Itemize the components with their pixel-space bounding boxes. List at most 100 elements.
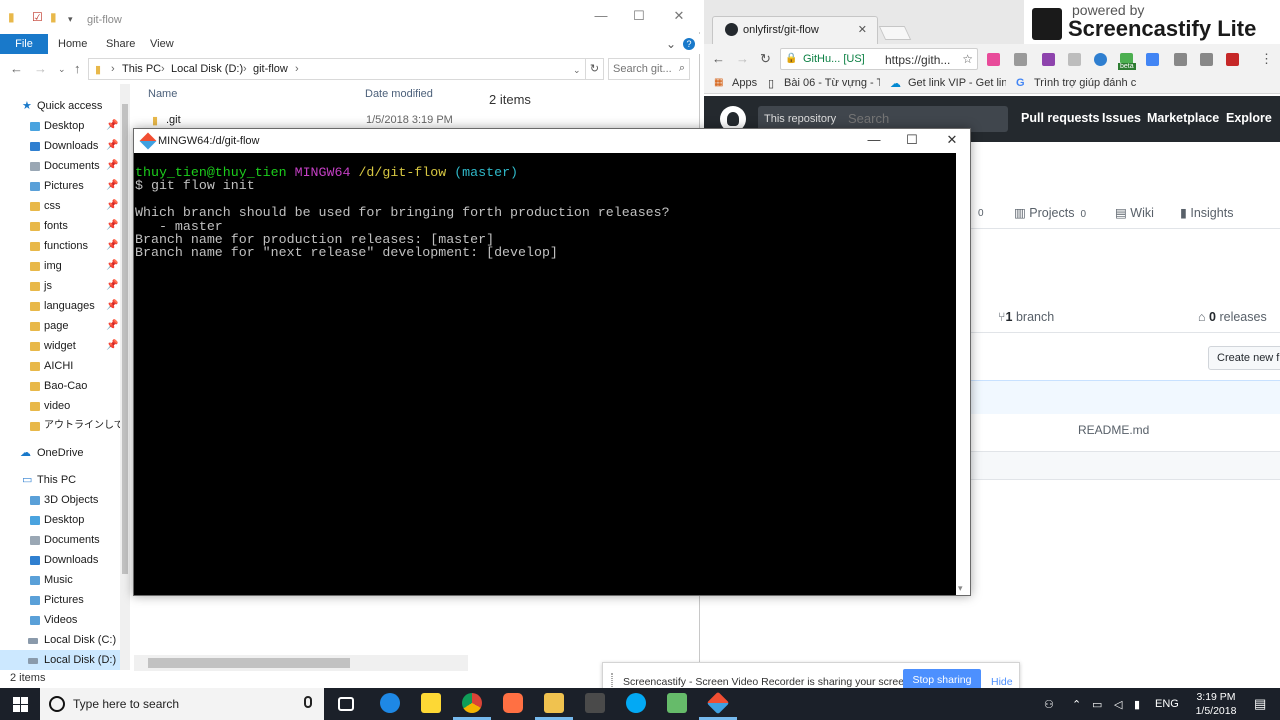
nav-local-disk-d[interactable]: Local Disk (D:) <box>0 650 130 670</box>
sticky-notes-icon[interactable] <box>421 693 441 713</box>
hide-link[interactable]: Hide <box>991 676 1013 688</box>
nav-pictures[interactable]: Pictures <box>0 590 130 610</box>
network-icon[interactable]: ▭ <box>1092 698 1102 711</box>
forward-icon[interactable]: → <box>34 61 47 76</box>
close-icon[interactable]: ✕ <box>664 8 694 24</box>
show-hidden-icons[interactable]: ⌃ <box>1072 698 1081 711</box>
taskbar-search[interactable]: Type here to search <box>40 688 324 720</box>
bookmark-tro-giup[interactable]: Trình trợ giúp đánh c <box>1034 77 1138 89</box>
nav-explore[interactable]: Explore <box>1226 111 1272 125</box>
forward-icon[interactable]: → <box>736 51 749 66</box>
extension-icon[interactable] <box>1014 53 1027 66</box>
file-explorer-icon[interactable] <box>544 693 564 713</box>
app-icon[interactable] <box>667 693 687 713</box>
bookmark-bai-06[interactable]: Bài 06 - Từ vựng - Tư <box>784 77 880 89</box>
battery-icon[interactable]: ▮ <box>1134 698 1140 711</box>
up-icon[interactable]: ↑ <box>74 61 81 76</box>
volume-icon[interactable]: ◁ <box>1114 698 1122 711</box>
tab-file[interactable]: File <box>0 34 48 54</box>
new-tab-button[interactable] <box>878 26 912 40</box>
microphone-icon[interactable] <box>304 696 312 708</box>
nav-downloads[interactable]: Downloads <box>0 550 130 570</box>
nav-documents-pinned[interactable]: Documents 📌 <box>0 156 130 176</box>
chevron-right-icon[interactable]: › <box>111 63 115 75</box>
github-search-input[interactable] <box>848 106 998 130</box>
people-icon[interactable]: ⚇ <box>1044 698 1054 711</box>
repo-tab-count[interactable]: 0 <box>978 208 984 219</box>
nav-pull-requests[interactable]: Pull requests <box>1021 111 1100 125</box>
nav-onedrive[interactable]: ☁ OneDrive <box>0 443 130 463</box>
file-row-git[interactable]: ▮ .git 1/5/2018 3:19 PM <box>140 112 470 128</box>
omnibox[interactable]: 🔒 GitHu... [US] https://gith... ☆ <box>780 48 978 70</box>
nav-js[interactable]: js 📌 <box>0 276 130 296</box>
extension-icon[interactable] <box>1200 53 1213 66</box>
terminal-output[interactable]: thuy_tien@thuy_tien MINGW64 /d/git-flow … <box>134 153 956 595</box>
chrome-icon[interactable] <box>462 693 482 713</box>
reload-icon[interactable]: ↻ <box>760 51 771 67</box>
tab-projects[interactable]: ▥ Projects 0 <box>1014 205 1086 220</box>
skype-icon[interactable] <box>626 693 646 713</box>
new-folder-icon[interactable]: ▮ <box>50 10 57 24</box>
quick-access-dropdown-icon[interactable]: ▾ <box>68 14 73 25</box>
extension-icon[interactable] <box>1068 53 1081 66</box>
nav-videos[interactable]: Videos <box>0 610 130 630</box>
column-header-date[interactable]: Date modified <box>365 88 433 100</box>
nav-functions[interactable]: functions 📌 <box>0 236 130 256</box>
back-icon[interactable]: ← <box>712 51 725 66</box>
nav-documents[interactable]: Documents <box>0 530 130 550</box>
breadcrumb-git-flow[interactable]: git-flow <box>253 63 288 75</box>
nav-video[interactable]: video <box>0 396 130 416</box>
url-text[interactable]: https://gith... <box>885 53 950 67</box>
horizontal-scrollbar[interactable] <box>134 655 468 671</box>
edge-icon[interactable] <box>380 693 400 713</box>
search-input[interactable] <box>613 60 675 78</box>
nav-fonts[interactable]: fonts 📌 <box>0 216 130 236</box>
nav-css[interactable]: css 📌 <box>0 196 130 216</box>
nav-music[interactable]: Music <box>0 570 130 590</box>
create-new-file-button[interactable]: Create new file <box>1208 346 1280 370</box>
minimize-icon[interactable]: — <box>854 132 894 147</box>
nav-downloads-pinned[interactable]: Downloads 📌 <box>0 136 130 156</box>
recent-locations-icon[interactable]: ⌄ <box>58 64 66 75</box>
nav-img[interactable]: img 📌 <box>0 256 130 276</box>
presentation-app-icon[interactable] <box>503 693 523 713</box>
task-view-icon[interactable] <box>338 697 354 711</box>
chevron-right-icon[interactable]: › <box>295 63 299 75</box>
chevron-right-icon[interactable]: › <box>161 63 165 75</box>
nav-desktop-pinned[interactable]: Desktop 📌 <box>0 116 130 136</box>
start-button[interactable] <box>0 688 40 720</box>
back-icon[interactable]: ← <box>10 61 23 76</box>
clock[interactable]: 3:19 PM 1/5/2018 <box>1188 690 1244 718</box>
nav-pane-scrollbar[interactable] <box>120 84 130 670</box>
nav-page[interactable]: page 📌 <box>0 316 130 336</box>
branch-count[interactable]: ⑂1 branch <box>998 310 1054 324</box>
apps-grid-icon[interactable]: ▦ <box>714 77 723 88</box>
bookmark-get-link[interactable]: Get link VIP - Get link <box>908 77 1006 89</box>
camera-icon[interactable] <box>1174 53 1187 66</box>
tab-wiki[interactable]: ▤ Wiki <box>1115 205 1154 220</box>
minimize-icon[interactable]: — <box>586 8 616 23</box>
maximize-icon[interactable]: ☐ <box>624 8 654 24</box>
extension-icon[interactable] <box>1094 53 1107 66</box>
nav-desktop[interactable]: Desktop <box>0 510 130 530</box>
nav-3d-objects[interactable]: 3D Objects <box>0 490 130 510</box>
nav-aichi[interactable]: AICHI <box>0 356 130 376</box>
chevron-right-icon[interactable]: › <box>243 63 247 75</box>
extension-icon[interactable] <box>987 53 1000 66</box>
terminal-scrollbar[interactable]: ▾ <box>956 153 970 595</box>
nav-bao-cao[interactable]: Bao-Cao <box>0 376 130 396</box>
terminal-window[interactable]: MINGW64:/d/git-flow — ☐ ✕ thuy_tien@thuy… <box>133 128 971 596</box>
nav-marketplace[interactable]: Marketplace <box>1147 111 1219 125</box>
sublime-text-icon[interactable] <box>585 693 605 713</box>
address-bar[interactable]: ▮ › This PC › Local Disk (D:) › git-flow… <box>88 58 586 80</box>
browser-tab[interactable]: onlyfirst/git-flow ✕ <box>712 16 878 44</box>
nav-widget[interactable]: widget 📌 <box>0 336 130 356</box>
scroll-down-icon[interactable]: ▾ <box>958 583 963 594</box>
nav-pictures-pinned[interactable]: Pictures 📌 <box>0 176 130 196</box>
scrollbar-thumb[interactable] <box>122 104 128 574</box>
expand-ribbon-icon[interactable]: ⌄ <box>666 37 676 51</box>
nav-issues[interactable]: Issues <box>1102 111 1141 125</box>
nav-outline-folder[interactable]: アウトラインしていね <box>0 416 130 436</box>
maximize-icon[interactable]: ☐ <box>892 132 932 148</box>
nav-quick-access[interactable]: ★ Quick access <box>0 96 130 116</box>
